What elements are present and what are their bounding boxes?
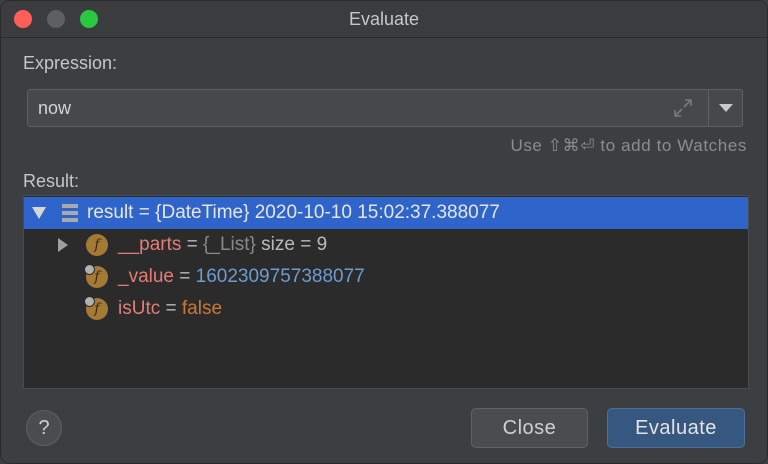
row-eq: = (133, 202, 156, 223)
tree-row-parts[interactable]: f __parts = {_List} size = 9 (24, 229, 748, 261)
tree-row-isutc[interactable]: f isUtc = false (24, 293, 748, 325)
final-field-icon (84, 264, 95, 275)
row-eq: = (160, 298, 182, 319)
title-bar: Evaluate (1, 1, 767, 38)
window-title: Evaluate (348, 9, 420, 29)
row-value: {DateTime} 2020-10-10 15:02:37.388077 (155, 202, 500, 223)
row-value: 1602309757388077 (195, 266, 365, 287)
expression-label: Expression: (23, 53, 118, 73)
history-dropdown-button[interactable] (709, 90, 743, 126)
expand-icon[interactable] (672, 97, 694, 119)
tree-row-value[interactable]: f _value = 1602309757388077 (24, 261, 748, 293)
close-button[interactable]: Close (471, 408, 588, 448)
row-eq: = (181, 234, 204, 255)
caret-right-icon[interactable] (58, 238, 68, 252)
row-type: {_List} (203, 234, 256, 255)
chevron-down-icon (719, 104, 733, 112)
expression-input[interactable] (28, 90, 704, 126)
evaluate-dialog: Evaluate Expression: Use ⇧⌘⏎ to add to W… (0, 0, 768, 464)
row-value: size = 9 (255, 234, 328, 255)
row-value: false (181, 298, 223, 319)
row-name: result (87, 202, 134, 223)
row-name: _value (118, 266, 174, 287)
result-tree[interactable]: result = {DateTime} 2020-10-10 15:02:37.… (23, 195, 749, 389)
final-field-icon (84, 296, 95, 307)
help-button[interactable]: ? (26, 410, 62, 446)
field-icon: f (86, 234, 108, 256)
row-name: __parts (118, 234, 182, 255)
watches-hint: Use ⇧⌘⏎ to add to Watches (510, 136, 747, 155)
tree-row-result[interactable]: result = {DateTime} 2020-10-10 15:02:37.… (24, 197, 748, 229)
object-icon (62, 204, 78, 222)
caret-down-icon[interactable] (32, 207, 46, 219)
evaluate-button[interactable]: Evaluate (607, 408, 745, 448)
result-label: Result: (23, 171, 80, 191)
row-eq: = (174, 266, 196, 287)
expression-combo (27, 89, 743, 127)
row-name: isUtc (118, 298, 161, 319)
